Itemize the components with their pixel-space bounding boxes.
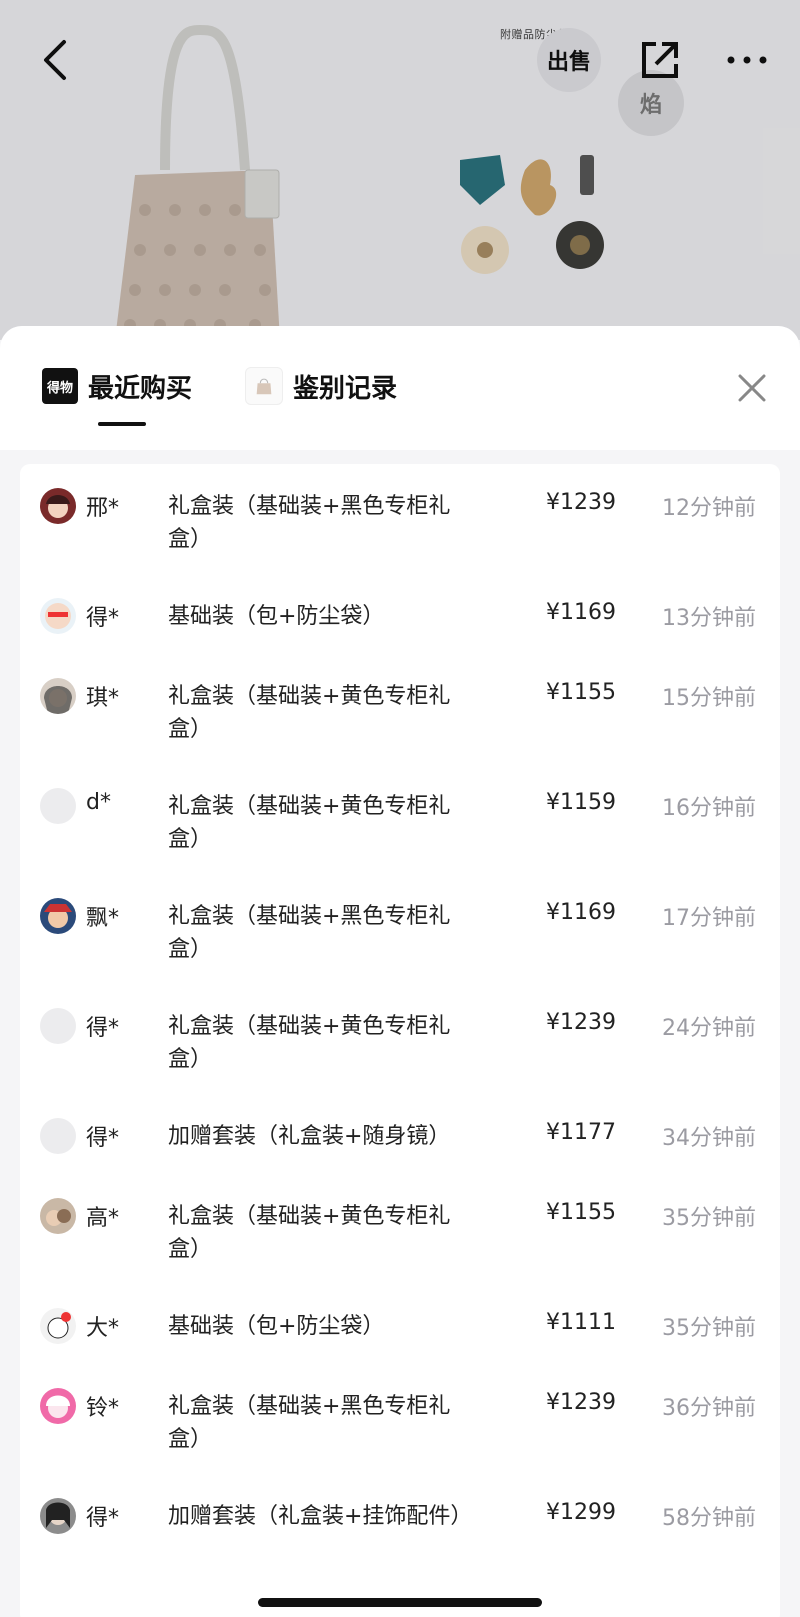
avatar bbox=[40, 598, 76, 634]
buyer-name: 飘* bbox=[86, 906, 120, 931]
purchase-time: 35分钟前 bbox=[662, 1316, 756, 1341]
buyer-name: 大* bbox=[86, 1316, 120, 1341]
purchase-price: ¥1155 bbox=[546, 1200, 616, 1225]
purchase-item: 礼盒装（基础装+黑色专柜礼盒） bbox=[168, 494, 451, 552]
purchase-time: 12分钟前 bbox=[662, 496, 756, 521]
avatar bbox=[40, 1118, 76, 1154]
purchase-history-sheet: 得物 最近购买 鉴别记录 邢* 礼盒装（基础装+黑色专柜礼盒） ¥1239 12… bbox=[0, 326, 800, 1617]
purchase-price: ¥1239 bbox=[546, 1010, 616, 1035]
purchase-price: ¥1239 bbox=[546, 490, 616, 515]
purchase-time: 16分钟前 bbox=[662, 796, 756, 821]
tab-recent-label: 最近购买 bbox=[88, 373, 193, 404]
purchase-item: 基础装（包+防尘袋） bbox=[168, 604, 385, 629]
bag-thumbnail-icon bbox=[245, 367, 283, 405]
accessory-charms-image bbox=[455, 150, 635, 290]
purchase-time: 15分钟前 bbox=[662, 686, 756, 711]
avatar bbox=[40, 1498, 76, 1534]
close-icon bbox=[738, 374, 766, 402]
purchase-item: 礼盒装（基础装+黄色专柜礼盒） bbox=[168, 1014, 451, 1072]
purchase-time: 13分钟前 bbox=[662, 606, 756, 631]
purchase-price: ¥1239 bbox=[546, 1390, 616, 1415]
close-button[interactable] bbox=[732, 368, 772, 408]
share-icon bbox=[642, 42, 678, 78]
tote-bag-image bbox=[95, 20, 325, 340]
avatar bbox=[40, 898, 76, 934]
avatar bbox=[40, 1008, 76, 1044]
purchase-item: 礼盒装（基础装+黄色专柜礼盒） bbox=[168, 684, 451, 742]
purchase-price: ¥1299 bbox=[546, 1500, 616, 1525]
avatar bbox=[40, 1308, 76, 1344]
purchase-item: 礼盒装（基础装+黄色专柜礼盒） bbox=[168, 1204, 451, 1262]
purchase-price: ¥1159 bbox=[546, 790, 616, 815]
home-indicator bbox=[258, 1598, 542, 1607]
tab-auth-label: 鉴别记录 bbox=[293, 373, 398, 404]
share-button[interactable] bbox=[628, 28, 692, 92]
more-dots-icon bbox=[727, 56, 767, 64]
avatar bbox=[40, 488, 76, 524]
purchase-time: 58分钟前 bbox=[662, 1506, 756, 1531]
purchase-item: 加赠套装（礼盒装+挂饰配件） bbox=[168, 1504, 473, 1529]
sheet-header: 得物 最近购买 鉴别记录 bbox=[0, 326, 800, 450]
buyer-name: 得* bbox=[86, 606, 120, 631]
purchase-item: 礼盒装（基础装+黄色专柜礼盒） bbox=[168, 794, 451, 852]
purchase-price: ¥1169 bbox=[546, 900, 616, 925]
buyer-name: d* bbox=[86, 790, 111, 815]
purchase-time: 24分钟前 bbox=[662, 1016, 756, 1041]
chevron-left-icon bbox=[44, 40, 66, 80]
purchase-list: 邢* 礼盒装（基础装+黑色专柜礼盒） ¥1239 12分钟前 得* 基础装（包+… bbox=[20, 464, 780, 1617]
active-tab-indicator bbox=[98, 422, 146, 426]
purchase-time: 35分钟前 bbox=[662, 1206, 756, 1231]
purchase-price: ¥1111 bbox=[546, 1310, 616, 1335]
purchase-time: 17分钟前 bbox=[662, 906, 756, 931]
tab-recent-purchases[interactable]: 得物 最近购买 bbox=[42, 366, 192, 406]
purchase-item: 加赠套装（礼盒装+随身镜） bbox=[168, 1124, 451, 1149]
purchase-price: ¥1177 bbox=[546, 1120, 616, 1145]
avatar bbox=[40, 1388, 76, 1424]
buyer-name: 高* bbox=[86, 1206, 120, 1231]
sell-button[interactable]: 出售 bbox=[537, 28, 601, 92]
product-image-area: 附赠品防尘袋 出售 焰 bbox=[0, 0, 800, 340]
purchase-time: 34分钟前 bbox=[662, 1126, 756, 1151]
purchase-item: 基础装（包+防尘袋） bbox=[168, 1314, 385, 1339]
buyer-name: 得* bbox=[86, 1126, 120, 1151]
purchase-price: ¥1169 bbox=[546, 600, 616, 625]
purchase-item: 礼盒装（基础装+黑色专柜礼盒） bbox=[168, 1394, 451, 1452]
buyer-name: 得* bbox=[86, 1506, 120, 1531]
avatar bbox=[40, 788, 76, 824]
purchase-price: ¥1155 bbox=[546, 680, 616, 705]
tab-authentication-records[interactable]: 鉴别记录 bbox=[245, 366, 397, 406]
more-button[interactable] bbox=[715, 28, 779, 92]
back-button[interactable] bbox=[38, 36, 74, 84]
dewu-logo-icon: 得物 bbox=[42, 368, 78, 404]
avatar bbox=[40, 1198, 76, 1234]
sell-button-label: 出售 bbox=[546, 50, 591, 75]
buyer-name: 邢* bbox=[86, 496, 120, 521]
buyer-name: 铃* bbox=[86, 1396, 120, 1421]
buyer-name: 琪* bbox=[86, 686, 120, 711]
avatar bbox=[40, 678, 76, 714]
purchase-item: 礼盒装（基础装+黑色专柜礼盒） bbox=[168, 904, 451, 962]
purchase-time: 36分钟前 bbox=[662, 1396, 756, 1421]
buyer-name: 得* bbox=[86, 1016, 120, 1041]
